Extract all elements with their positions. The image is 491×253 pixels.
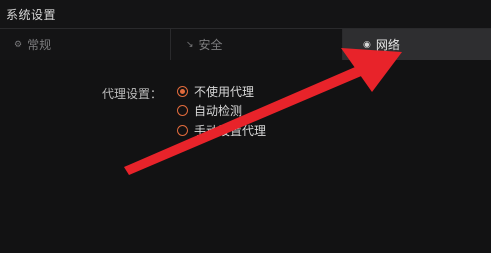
radio-checked-icon bbox=[177, 86, 188, 97]
globe-icon: ◉ bbox=[363, 39, 371, 50]
radio-manual-proxy[interactable]: 手动设置代理 bbox=[177, 122, 266, 139]
tab-bar: ⚙ 常规 ↘ 安全 ◉ 网络 bbox=[0, 28, 491, 60]
radio-auto-detect-label: 自动检测 bbox=[194, 104, 243, 118]
radio-unchecked-icon bbox=[177, 105, 188, 116]
gear-icon: ⚙ bbox=[14, 39, 23, 50]
proxy-settings-label: 代理设置： bbox=[102, 87, 163, 101]
tab-general[interactable]: ⚙ 常规 bbox=[0, 29, 171, 60]
radio-auto-detect[interactable]: 自动检测 bbox=[177, 102, 242, 119]
tab-general-label: 常规 bbox=[27, 38, 52, 52]
shield-icon: ↘ bbox=[186, 39, 194, 50]
title-bar: 系统设置 bbox=[0, 0, 491, 28]
tab-network[interactable]: ◉ 网络 bbox=[343, 29, 491, 60]
tab-network-label: 网络 bbox=[375, 38, 400, 52]
radio-no-proxy[interactable]: 不使用代理 bbox=[177, 83, 254, 100]
window-title: 系统设置 bbox=[6, 8, 57, 22]
radio-no-proxy-label: 不使用代理 bbox=[194, 85, 255, 99]
settings-window: 系统设置 ⚙ 常规 ↘ 安全 ◉ 网络 代理设置： 不使用代理 自动检测 手动设… bbox=[0, 0, 491, 253]
tab-security[interactable]: ↘ 安全 bbox=[171, 29, 343, 60]
radio-manual-proxy-label: 手动设置代理 bbox=[194, 124, 267, 138]
radio-unchecked-icon bbox=[177, 125, 188, 136]
tab-security-label: 安全 bbox=[198, 38, 223, 52]
network-settings-panel: 代理设置： 不使用代理 自动检测 手动设置代理 bbox=[0, 61, 491, 253]
